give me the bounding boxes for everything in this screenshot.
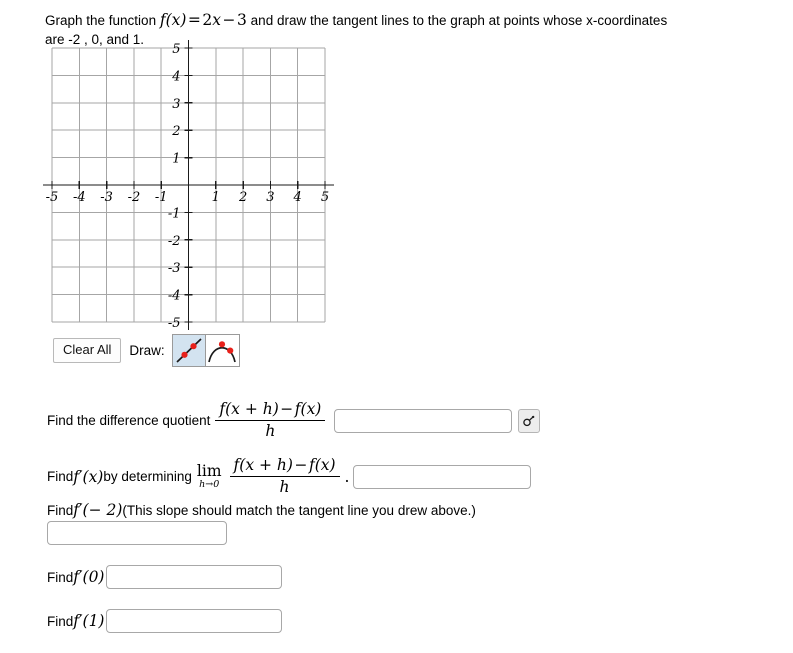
- q1-fraction-denominator: h: [265, 422, 276, 440]
- y-tick-label: -5: [168, 316, 181, 331]
- x-tick-label: 3: [266, 190, 274, 205]
- y-tick-label: -4: [168, 289, 181, 304]
- draw-label: Draw:: [129, 343, 165, 358]
- x-tick-label: 5: [321, 190, 329, 205]
- q3-label-fprime: f′(− 2): [73, 501, 123, 519]
- exercise-page: Graph the function f(x)=2x−3 and draw th…: [0, 0, 793, 653]
- x-tick-label: -2: [128, 190, 141, 205]
- y-tick-label: 3: [172, 97, 180, 112]
- q4-label-a: Find: [47, 569, 74, 585]
- question-fprime-0: Find f′(0): [47, 565, 283, 589]
- x-tick-label: 1: [212, 190, 220, 205]
- parabola-tool-icon: [207, 341, 236, 363]
- question-fprime-1: Find f′(1): [47, 609, 283, 633]
- question-derivative-limit: Find f′(x) by determining lim h→0 f(x + …: [47, 456, 532, 497]
- axis-tick-labels: -5 -4 -3 -2 -1 1 2 3 4 5 5 4 3 2 1 -1 -2 -3 -4 -5: [46, 42, 329, 331]
- math-key-helper-button[interactable]: [518, 408, 541, 433]
- y-tick-label: -2: [168, 234, 181, 249]
- question-fprime-neg2-field: [47, 521, 227, 545]
- x-tick-label: -1: [155, 190, 168, 205]
- graph-canvas[interactable]: -5 -4 -3 -2 -1 1 2 3 4 5 5 4 3 2 1 -1 -2 -3 -4 -5: [30, 40, 340, 332]
- q2-period: .: [344, 467, 350, 486]
- fprime-0-input[interactable]: [106, 565, 283, 589]
- y-tick-label: 4: [171, 69, 180, 84]
- coordinate-grid-graph[interactable]: -5 -4 -3 -2 -1 1 2 3 4 5 5 4 3 2 1 -1 -2 -3 -4 -5: [30, 40, 340, 332]
- q1-label: Find the difference quotient: [47, 413, 211, 428]
- q5-label-fprime: f′(1): [73, 612, 105, 630]
- prompt-lead: Graph the function: [45, 13, 160, 28]
- difference-quotient-input[interactable]: [334, 408, 513, 433]
- prompt-equals: =: [187, 11, 201, 29]
- q3-label-a: Find: [47, 502, 74, 518]
- q2-lim-subscript: h→0: [199, 479, 220, 490]
- parabola-tool-button[interactable]: [205, 334, 240, 367]
- q3-label-b: (This slope should match the tangent lin…: [122, 502, 476, 518]
- fprime-1-input[interactable]: [106, 609, 283, 633]
- x-tick-label: 4: [293, 190, 302, 205]
- q1-fraction-numerator: f(x + h)−f(x): [215, 400, 325, 420]
- prompt-var: x: [212, 11, 222, 29]
- q2-fraction-numerator: f(x + h)−f(x): [230, 456, 340, 476]
- q1-num-fx: f(x): [294, 400, 322, 418]
- q5-label-a: Find: [47, 613, 74, 629]
- q2-lim-text: lim: [196, 461, 222, 480]
- fprime-neg2-input[interactable]: [47, 521, 227, 545]
- graph-toolbar: Clear All Draw:: [53, 334, 240, 367]
- y-tick-label: -1: [168, 206, 181, 221]
- q1-num-minus: −: [280, 400, 294, 418]
- x-tick-label: -3: [100, 190, 113, 205]
- x-tick-label: 2: [238, 190, 247, 205]
- question-fprime-neg2-label: Find f′(− 2) (This slope should match th…: [47, 501, 476, 519]
- math-key-icon: [523, 415, 535, 426]
- q2-difference-quotient-fraction: f(x + h)−f(x) h: [229, 456, 340, 497]
- axes: [43, 40, 334, 330]
- line-tool-button[interactable]: [171, 334, 206, 367]
- x-tick-label: -5: [46, 190, 59, 205]
- q2-fraction-denominator: h: [279, 478, 290, 496]
- q1-difference-quotient-fraction: f(x + h)−f(x) h: [215, 400, 326, 441]
- q4-label-fprime: f′(0): [73, 568, 105, 586]
- y-tick-label: -3: [168, 261, 181, 276]
- q2-limit-operator: lim h→0: [196, 461, 222, 490]
- x-tick-label: -4: [73, 190, 86, 205]
- clear-all-button[interactable]: Clear All: [53, 338, 122, 363]
- prompt-const: 3: [237, 11, 247, 29]
- function-definition-math: f(x)=2x−3: [160, 11, 247, 29]
- q2-label-a: Find: [47, 469, 74, 484]
- q1-num-fxh: f(x + h): [219, 400, 279, 418]
- prompt-tail: and draw the tangent lines to the graph …: [246, 13, 668, 28]
- q2-num-fx: f(x): [308, 456, 336, 474]
- q2-label-fprime: f′(x): [73, 467, 104, 486]
- derivative-limit-input[interactable]: [353, 464, 532, 489]
- q2-num-minus: −: [294, 456, 308, 474]
- prompt-coef: 2: [202, 11, 213, 29]
- y-tick-label: 1: [172, 152, 180, 167]
- question-difference-quotient: Find the difference quotient f(x + h)−f(…: [47, 400, 541, 441]
- q2-label-b: by determining: [103, 469, 192, 484]
- y-tick-label: 2: [171, 124, 180, 139]
- prompt-func-args: (x): [165, 11, 187, 29]
- q2-num-fxh: f(x + h): [233, 456, 293, 474]
- line-tool-icon: [176, 338, 202, 363]
- y-tick-label: 5: [172, 42, 180, 57]
- prompt-minus: −: [222, 11, 236, 29]
